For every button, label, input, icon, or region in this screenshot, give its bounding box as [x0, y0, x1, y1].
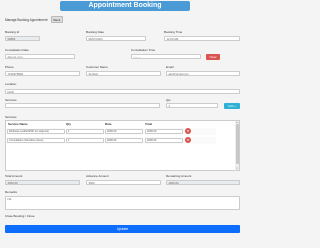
delete-row-icon[interactable]: × — [185, 128, 191, 134]
booking-time-field[interactable]: 12:00 AM — [164, 36, 240, 41]
email-field[interactable]: abc@gmail.com — [166, 71, 240, 76]
remaining-amount-field: 4000.00 — [166, 180, 240, 185]
update-button[interactable]: Update — [5, 225, 240, 233]
scroll-thumb[interactable] — [235, 124, 239, 164]
booking-id-label: Booking Id — [5, 30, 20, 34]
booking-date-label: Booking Date — [86, 30, 105, 34]
booking-date-field[interactable]: 06/07/2024 — [86, 36, 146, 41]
total-amount-field: 4000.00 — [5, 180, 80, 185]
qty-label: Qty — [166, 98, 171, 102]
location-field[interactable]: Delhi — [5, 89, 240, 94]
services-section-label: Services — [5, 115, 17, 119]
advance-amount-label: Advance Amount — [86, 174, 109, 178]
advance-amount-field[interactable]: 3500 — [86, 180, 161, 185]
service-total-cell: 2000.00 — [145, 129, 183, 134]
phone-field[interactable]: 7159976984 — [5, 71, 80, 76]
consultation-time-field[interactable]: --:-- -- — [131, 54, 201, 59]
service-name-cell: Wellness Leaflet(PDF for subjects) — [7, 129, 65, 134]
consultation-date-field[interactable]: dd-mm-yyyy — [5, 54, 75, 59]
remarks-label: Remarks — [5, 190, 18, 194]
service-name-cell: Consultation (Sensitive Issue) — [7, 138, 65, 143]
col-rate: Rate — [105, 122, 112, 126]
remaining-amount-label: Remaining Amount — [166, 174, 192, 178]
service-qty-cell[interactable]: 1 — [66, 129, 104, 134]
table-scrollbar[interactable]: ▴ ▾ — [235, 121, 239, 170]
qty-field[interactable]: 1 — [166, 103, 218, 108]
booking-id-field: 59886 — [5, 36, 40, 41]
col-total: Total — [145, 122, 152, 126]
top-actions: Manage Booking Appointment Back — [5, 16, 64, 24]
phone-label: Phone — [5, 65, 14, 69]
customer-name-label: Customer Name — [86, 65, 108, 69]
service-rate-cell[interactable]: 2000.00 — [105, 138, 143, 143]
manage-booking-link[interactable]: Manage Booking Appointment — [5, 18, 48, 22]
service-total-cell: 2000.00 — [145, 138, 183, 143]
remarks-field[interactable]: NA — [5, 196, 240, 210]
booking-time-label: Booking Time — [164, 30, 183, 34]
service-qty-cell[interactable]: 1 — [66, 138, 104, 143]
location-label: Location — [5, 82, 17, 86]
consultation-date-label: Consultation Date — [5, 48, 29, 52]
service-select[interactable] — [5, 103, 160, 108]
services-select-label: Services — [5, 98, 17, 102]
customer-name-field[interactable]: Smitrek — [86, 71, 161, 76]
page-title: Appointment Booking — [60, 1, 190, 11]
delete-row-icon[interactable]: × — [185, 137, 191, 143]
total-amount-label: Total Amount — [5, 174, 23, 178]
back-button[interactable]: Back — [50, 16, 64, 24]
scroll-down-icon[interactable]: ▾ — [235, 167, 239, 170]
close-booking-label[interactable]: Close Booking / Close — [5, 214, 35, 218]
service-rate-cell[interactable]: 2000.00 — [105, 129, 143, 134]
col-qty: Qty — [66, 122, 72, 126]
consultation-time-label: Consultation Time — [131, 48, 156, 52]
email-label: Email — [166, 65, 174, 69]
add-service-button[interactable]: Add + — [224, 103, 240, 109]
clear-button[interactable]: Clear — [206, 54, 220, 60]
col-service-name: Service Name — [8, 122, 28, 126]
